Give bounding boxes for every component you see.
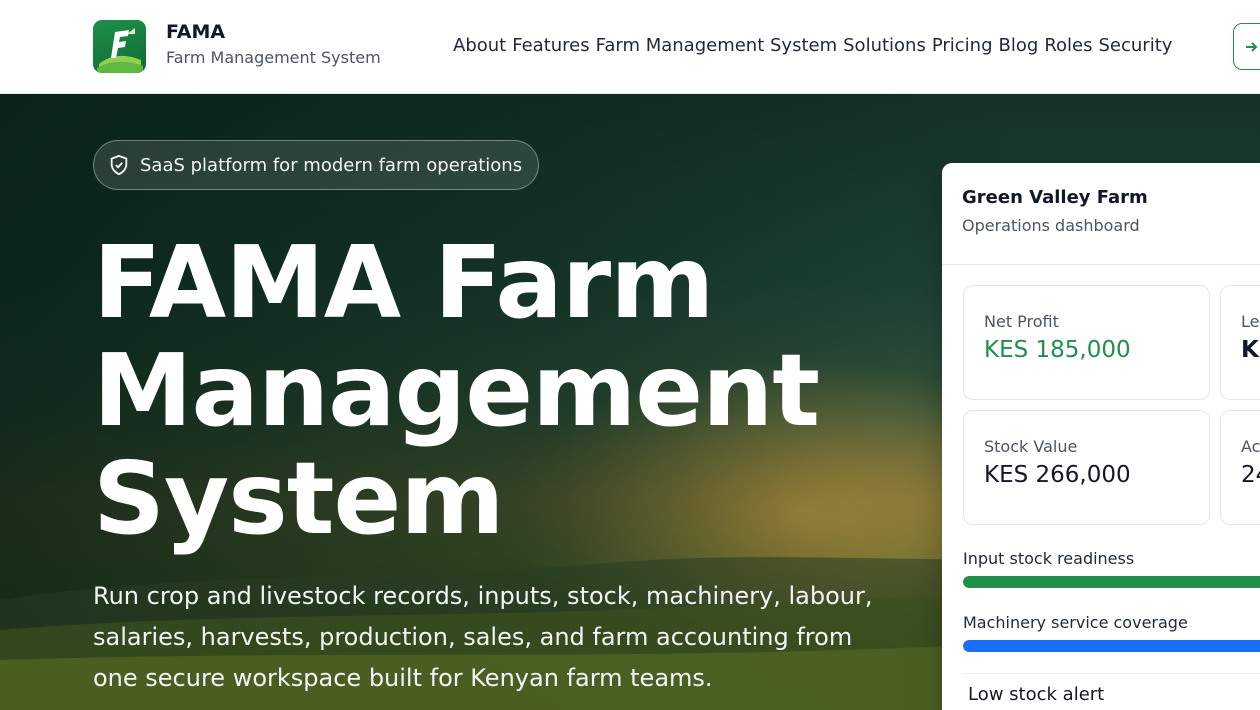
dashboard-header: Green Valley Farm Operations dashboard	[942, 163, 1260, 265]
stat-label: Stock Value	[984, 437, 1078, 456]
stat-value: KES 185,000	[984, 337, 1131, 363]
hero-title: FAMA Farm Management System	[93, 229, 853, 553]
nav-solutions[interactable]: Solutions	[843, 35, 926, 56]
brand-subtitle: Farm Management System	[166, 48, 381, 67]
stat-value: KES 266,000	[984, 462, 1131, 488]
hero-title-line-2: Management	[93, 332, 820, 449]
stat-card-partial-2: Ac 24	[1220, 410, 1260, 525]
progress-bar-machinery	[963, 640, 1260, 652]
header-cta-button[interactable]	[1233, 23, 1260, 70]
stat-label: Lea	[1241, 312, 1260, 331]
nav-security[interactable]: Security	[1098, 35, 1172, 56]
fama-logo[interactable]	[93, 20, 146, 73]
bar-label-input-stock: Input stock readiness	[963, 549, 1135, 568]
progress-bar-input-stock	[963, 576, 1260, 588]
nav-roles[interactable]: Roles	[1044, 35, 1092, 56]
progress-fill	[963, 640, 1260, 652]
nav-features[interactable]: Features	[512, 35, 589, 56]
bar-label-machinery: Machinery service coverage	[963, 613, 1188, 632]
shield-check-icon	[110, 154, 128, 176]
low-stock-alert[interactable]: Low stock alert	[963, 673, 1260, 710]
stat-card-partial-1: Lea KI	[1220, 285, 1260, 400]
hero-badge: SaaS platform for modern farm operations	[93, 140, 540, 190]
stat-label: Ac	[1241, 437, 1260, 456]
hero-badge-text: SaaS platform for modern farm operations	[140, 154, 523, 176]
stat-value: 24	[1241, 462, 1260, 488]
hero-description: Run crop and livestock records, inputs, …	[93, 582, 873, 692]
low-stock-alert-text: Low stock alert	[968, 684, 1105, 705]
nav-farm-management-system[interactable]: Farm Management System	[596, 35, 838, 56]
hero-title-line-3: System	[93, 440, 505, 557]
dashboard-subtitle: Operations dashboard	[962, 216, 1140, 235]
stat-value: KI	[1241, 337, 1260, 363]
hero-title-line-1: FAMA Farm	[93, 224, 714, 341]
nav-blog[interactable]: Blog	[999, 35, 1039, 56]
top-header: FAMA Farm Management System About Featur…	[0, 0, 1260, 94]
main-nav: About Features Farm Management System So…	[453, 35, 1172, 56]
stat-label: Net Profit	[984, 312, 1059, 331]
progress-fill	[963, 576, 1260, 588]
login-icon	[1246, 41, 1258, 52]
stat-card-net-profit: Net Profit KES 185,000	[963, 285, 1210, 400]
nav-about[interactable]: About	[453, 35, 506, 56]
hero-section: SaaS platform for modern farm operations…	[0, 94, 1260, 710]
stat-card-stock-value: Stock Value KES 266,000	[963, 410, 1210, 525]
dashboard-farm-name: Green Valley Farm	[962, 187, 1148, 208]
brand-name[interactable]: FAMA	[166, 21, 225, 43]
dashboard-preview-card: Green Valley Farm Operations dashboard N…	[942, 163, 1260, 710]
nav-pricing[interactable]: Pricing	[932, 35, 993, 56]
